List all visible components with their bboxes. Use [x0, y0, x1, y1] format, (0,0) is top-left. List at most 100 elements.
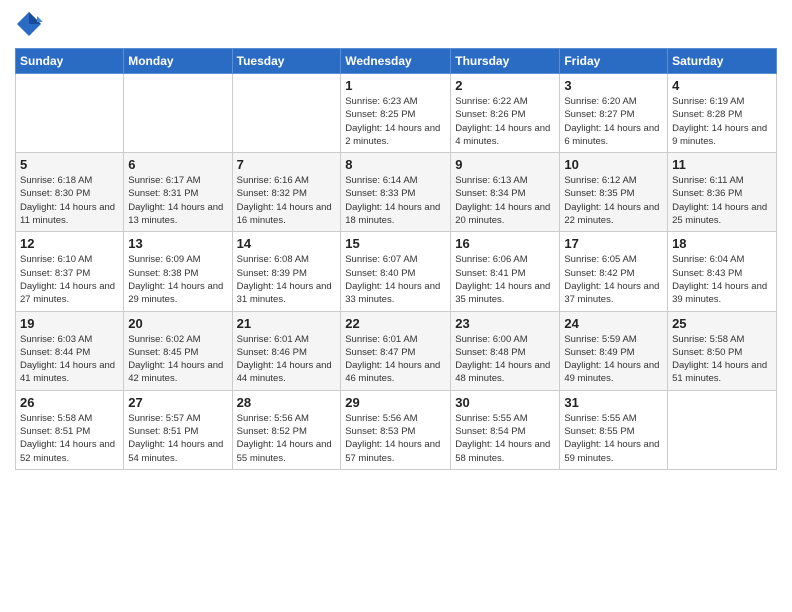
calendar-cell: 23Sunrise: 6:00 AMSunset: 8:48 PMDayligh… — [451, 311, 560, 390]
day-number: 18 — [672, 236, 772, 251]
week-row-4: 19 Sunrise: 6:03 AMSunset: 8:44 PMDayligh… — [16, 311, 777, 390]
calendar-cell: 2 Sunrise: 6:22 AMSunset: 8:26 PMDaylight… — [451, 74, 560, 153]
day-info: Sunrise: 6:23 AMSunset: 8:25 PMDaylight:… — [345, 95, 446, 148]
logo-icon — [15, 10, 43, 38]
day-number: 1 — [345, 78, 446, 93]
weekday-header-monday: Monday — [124, 49, 232, 74]
day-info: Sunrise: 6:17 AMSunset: 8:31 PMDaylight:… — [128, 174, 227, 227]
calendar-cell: 10 Sunrise: 6:12 AMSunset: 8:35 PMDayligh… — [560, 153, 668, 232]
calendar-cell: 27 Sunrise: 5:57 AMSunset: 8:51 PMDayligh… — [124, 390, 232, 469]
calendar-cell: 28Sunrise: 5:56 AMSunset: 8:52 PMDayligh… — [232, 390, 341, 469]
day-info: Sunrise: 5:59 AMSunset: 8:49 PMDaylight:… — [564, 333, 663, 386]
day-number: 28 — [237, 395, 337, 410]
day-number: 6 — [128, 157, 227, 172]
day-info: Sunrise: 6:05 AMSunset: 8:42 PMDaylight:… — [564, 253, 663, 306]
day-number: 17 — [564, 236, 663, 251]
day-info: Sunrise: 5:55 AMSunset: 8:54 PMDaylight:… — [455, 412, 555, 465]
day-number: 21 — [237, 316, 337, 331]
day-number: 23 — [455, 316, 555, 331]
calendar-cell: 30Sunrise: 5:55 AMSunset: 8:54 PMDayligh… — [451, 390, 560, 469]
day-info: Sunrise: 6:06 AMSunset: 8:41 PMDaylight:… — [455, 253, 555, 306]
day-info: Sunrise: 6:07 AMSunset: 8:40 PMDaylight:… — [345, 253, 446, 306]
day-number: 20 — [128, 316, 227, 331]
day-number: 25 — [672, 316, 772, 331]
day-info: Sunrise: 6:03 AMSunset: 8:44 PMDaylight:… — [20, 333, 119, 386]
weekday-header-sunday: Sunday — [16, 49, 124, 74]
day-number: 15 — [345, 236, 446, 251]
day-info: Sunrise: 5:56 AMSunset: 8:53 PMDaylight:… — [345, 412, 446, 465]
day-info: Sunrise: 6:02 AMSunset: 8:45 PMDaylight:… — [128, 333, 227, 386]
day-number: 14 — [237, 236, 337, 251]
day-info: Sunrise: 6:19 AMSunset: 8:28 PMDaylight:… — [672, 95, 772, 148]
day-info: Sunrise: 6:22 AMSunset: 8:26 PMDaylight:… — [455, 95, 555, 148]
calendar-cell — [232, 74, 341, 153]
page: SundayMondayTuesdayWednesdayThursdayFrid… — [0, 0, 792, 480]
day-info: Sunrise: 5:57 AMSunset: 8:51 PMDaylight:… — [128, 412, 227, 465]
calendar-cell: 15 Sunrise: 6:07 AMSunset: 8:40 PMDayligh… — [341, 232, 451, 311]
logo — [15, 10, 45, 38]
day-number: 4 — [672, 78, 772, 93]
day-number: 8 — [345, 157, 446, 172]
day-info: Sunrise: 6:16 AMSunset: 8:32 PMDaylight:… — [237, 174, 337, 227]
calendar-cell: 18 Sunrise: 6:04 AMSunset: 8:43 PMDayligh… — [668, 232, 777, 311]
week-row-2: 5 Sunrise: 6:18 AMSunset: 8:30 PMDaylight… — [16, 153, 777, 232]
weekday-header-thursday: Thursday — [451, 49, 560, 74]
day-number: 12 — [20, 236, 119, 251]
calendar-cell: 8 Sunrise: 6:14 AMSunset: 8:33 PMDaylight… — [341, 153, 451, 232]
calendar-cell: 11 Sunrise: 6:11 AMSunset: 8:36 PMDayligh… — [668, 153, 777, 232]
day-number: 10 — [564, 157, 663, 172]
day-info: Sunrise: 6:12 AMSunset: 8:35 PMDaylight:… — [564, 174, 663, 227]
day-number: 24 — [564, 316, 663, 331]
week-row-5: 26 Sunrise: 5:58 AMSunset: 8:51 PMDayligh… — [16, 390, 777, 469]
calendar-cell: 3 Sunrise: 6:20 AMSunset: 8:27 PMDaylight… — [560, 74, 668, 153]
weekday-header-tuesday: Tuesday — [232, 49, 341, 74]
calendar-cell: 20 Sunrise: 6:02 AMSunset: 8:45 PMDayligh… — [124, 311, 232, 390]
calendar-cell: 17 Sunrise: 6:05 AMSunset: 8:42 PMDayligh… — [560, 232, 668, 311]
calendar-cell: 26 Sunrise: 5:58 AMSunset: 8:51 PMDayligh… — [16, 390, 124, 469]
day-number: 2 — [455, 78, 555, 93]
day-info: Sunrise: 6:20 AMSunset: 8:27 PMDaylight:… — [564, 95, 663, 148]
day-info: Sunrise: 6:10 AMSunset: 8:37 PMDaylight:… — [20, 253, 119, 306]
header — [15, 10, 777, 38]
day-info: Sunrise: 5:55 AMSunset: 8:55 PMDaylight:… — [564, 412, 663, 465]
day-number: 3 — [564, 78, 663, 93]
day-number: 13 — [128, 236, 227, 251]
day-info: Sunrise: 6:01 AMSunset: 8:46 PMDaylight:… — [237, 333, 337, 386]
day-number: 7 — [237, 157, 337, 172]
calendar-cell — [16, 74, 124, 153]
day-info: Sunrise: 6:13 AMSunset: 8:34 PMDaylight:… — [455, 174, 555, 227]
weekday-header-friday: Friday — [560, 49, 668, 74]
day-info: Sunrise: 6:14 AMSunset: 8:33 PMDaylight:… — [345, 174, 446, 227]
day-info: Sunrise: 5:58 AMSunset: 8:50 PMDaylight:… — [672, 333, 772, 386]
day-info: Sunrise: 6:18 AMSunset: 8:30 PMDaylight:… — [20, 174, 119, 227]
calendar-cell — [124, 74, 232, 153]
day-number: 26 — [20, 395, 119, 410]
calendar-cell: 6 Sunrise: 6:17 AMSunset: 8:31 PMDaylight… — [124, 153, 232, 232]
day-number: 11 — [672, 157, 772, 172]
calendar-cell: 21 Sunrise: 6:01 AMSunset: 8:46 PMDayligh… — [232, 311, 341, 390]
calendar-cell: 5 Sunrise: 6:18 AMSunset: 8:30 PMDaylight… — [16, 153, 124, 232]
day-number: 27 — [128, 395, 227, 410]
day-info: Sunrise: 5:58 AMSunset: 8:51 PMDaylight:… — [20, 412, 119, 465]
calendar-cell: 1 Sunrise: 6:23 AMSunset: 8:25 PMDaylight… — [341, 74, 451, 153]
calendar-cell: 13 Sunrise: 6:09 AMSunset: 8:38 PMDayligh… — [124, 232, 232, 311]
calendar-table: SundayMondayTuesdayWednesdayThursdayFrid… — [15, 48, 777, 470]
day-number: 31 — [564, 395, 663, 410]
day-info: Sunrise: 6:01 AMSunset: 8:47 PMDaylight:… — [345, 333, 446, 386]
day-info: Sunrise: 6:11 AMSunset: 8:36 PMDaylight:… — [672, 174, 772, 227]
day-info: Sunrise: 6:08 AMSunset: 8:39 PMDaylight:… — [237, 253, 337, 306]
calendar-cell: 16Sunrise: 6:06 AMSunset: 8:41 PMDayligh… — [451, 232, 560, 311]
day-number: 9 — [455, 157, 555, 172]
weekday-header-row: SundayMondayTuesdayWednesdayThursdayFrid… — [16, 49, 777, 74]
day-info: Sunrise: 6:04 AMSunset: 8:43 PMDaylight:… — [672, 253, 772, 306]
calendar-cell — [668, 390, 777, 469]
day-number: 19 — [20, 316, 119, 331]
week-row-3: 12 Sunrise: 6:10 AMSunset: 8:37 PMDayligh… — [16, 232, 777, 311]
calendar-cell: 4 Sunrise: 6:19 AMSunset: 8:28 PMDaylight… — [668, 74, 777, 153]
day-number: 29 — [345, 395, 446, 410]
day-number: 5 — [20, 157, 119, 172]
weekday-header-wednesday: Wednesday — [341, 49, 451, 74]
calendar-cell: 14 Sunrise: 6:08 AMSunset: 8:39 PMDayligh… — [232, 232, 341, 311]
day-number: 22 — [345, 316, 446, 331]
day-info: Sunrise: 6:09 AMSunset: 8:38 PMDaylight:… — [128, 253, 227, 306]
